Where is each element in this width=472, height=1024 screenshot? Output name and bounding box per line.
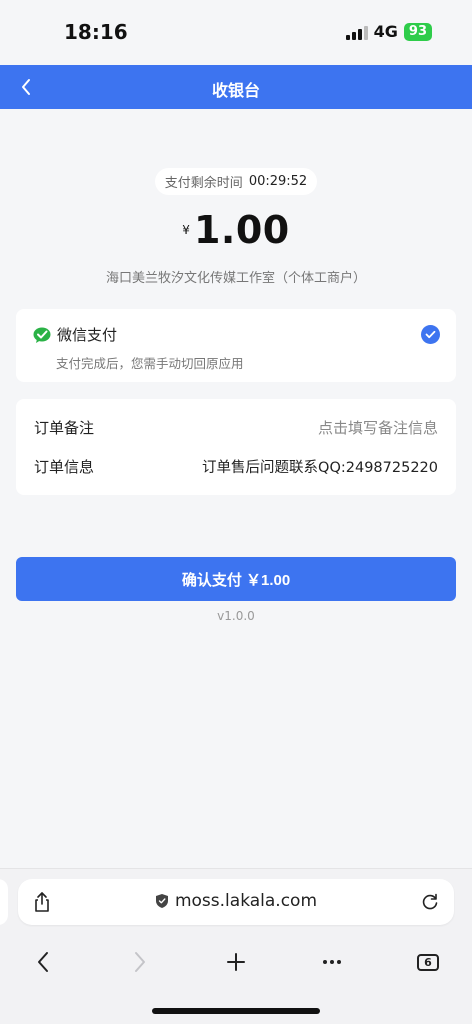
- network-label: 4G: [373, 22, 398, 41]
- more-dots-icon: [323, 960, 341, 964]
- status-bar: 18:16 4G 93: [0, 0, 472, 64]
- plus-icon: [227, 953, 245, 971]
- confirm-payment-button[interactable]: 确认支付 ￥1.00: [16, 557, 456, 601]
- browser-forward-button[interactable]: [125, 947, 155, 977]
- order-info-label: 订单信息: [34, 457, 95, 476]
- order-details-card: 订单备注 点击填写备注信息 订单信息 订单售后问题联系QQ:2498725220: [16, 399, 456, 495]
- order-remark-row[interactable]: 订单备注 点击填写备注信息: [34, 416, 438, 438]
- countdown-timer: 支付剩余时间 00:29:52: [155, 168, 317, 195]
- selected-check-icon: [421, 325, 440, 344]
- order-remark-input[interactable]: 点击填写备注信息: [318, 417, 438, 438]
- signal-icon: [345, 24, 368, 40]
- battery-icon: 93: [403, 22, 432, 41]
- page-title: 收银台: [211, 81, 260, 100]
- url-text: moss.lakala.com: [174, 891, 318, 911]
- url-display: moss.lakala.com: [18, 891, 454, 911]
- currency-symbol: ¥: [182, 223, 190, 237]
- browser-back-button[interactable]: [28, 947, 58, 977]
- address-bar[interactable]: moss.lakala.com: [18, 879, 454, 925]
- wechat-pay-icon: [33, 327, 51, 343]
- merchant-name: 海口美兰牧汐文化传媒工作室（个体工商户）: [105, 271, 366, 286]
- timer-label: 支付剩余时间: [164, 176, 243, 191]
- order-info-row: 订单信息 订单售后问题联系QQ:2498725220: [34, 455, 438, 477]
- timer-value: 00:29:52: [248, 174, 308, 189]
- browser-nav-toolbar: 6: [0, 947, 472, 977]
- more-options-button[interactable]: [317, 947, 347, 977]
- shield-icon: [155, 894, 168, 908]
- status-indicators: 4G 93: [345, 22, 432, 41]
- previous-tab-peek[interactable]: [0, 879, 8, 925]
- tabs-button[interactable]: 6: [413, 947, 443, 977]
- browser-toolbar: moss.lakala.com 6: [0, 868, 472, 1024]
- payment-amount: ¥1.00: [0, 208, 472, 252]
- order-remark-label: 订单备注: [34, 418, 95, 437]
- payment-method-label: 微信支付: [57, 326, 118, 344]
- payment-method-row: 微信支付: [33, 324, 117, 345]
- chevron-left-icon: [38, 952, 48, 972]
- tab-count-icon: 6: [417, 953, 439, 971]
- home-indicator: [152, 1008, 320, 1014]
- payment-method-note: 支付完成后，您需手动切回原应用: [56, 356, 244, 371]
- nav-bar: 收银台: [0, 65, 472, 109]
- amount-value: 1.00: [193, 208, 290, 252]
- order-info-value: 订单售后问题联系QQ:2498725220: [202, 459, 438, 476]
- payment-method-option[interactable]: 微信支付 支付完成后，您需手动切回原应用: [16, 309, 456, 382]
- status-time: 18:16: [64, 20, 128, 44]
- chevron-right-icon: [135, 952, 145, 972]
- version-label: v1.0.0: [217, 609, 255, 623]
- new-tab-button[interactable]: [221, 947, 251, 977]
- reload-icon[interactable]: [420, 892, 440, 912]
